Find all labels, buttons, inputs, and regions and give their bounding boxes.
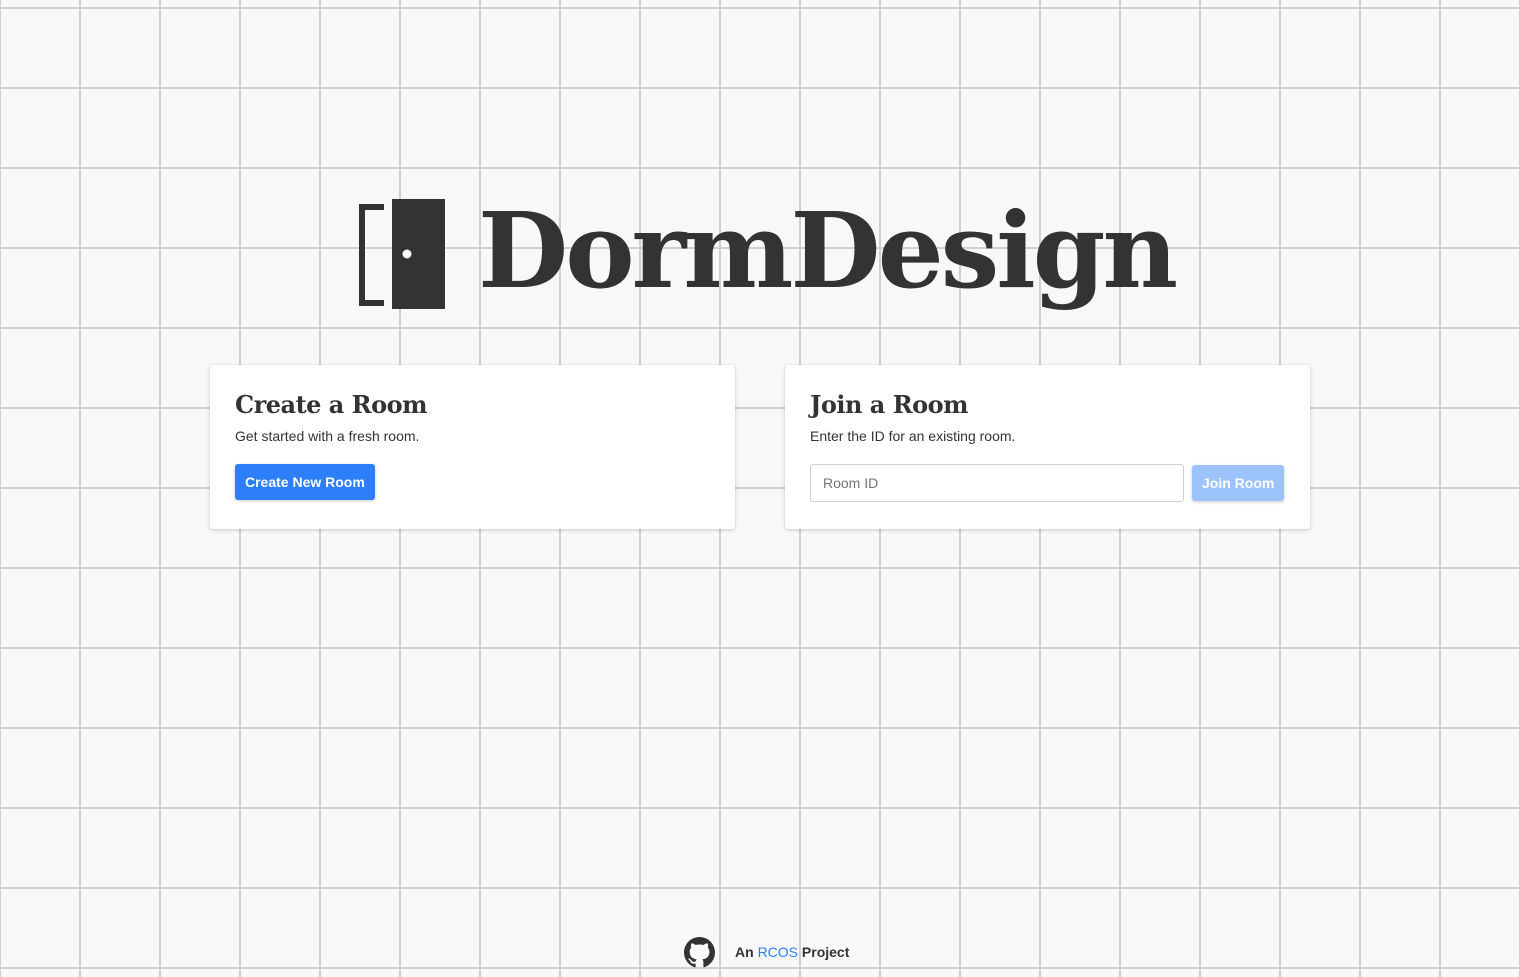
app-logo: DormDesign: [358, 189, 1178, 320]
footer-suffix: Project: [801, 944, 850, 960]
create-room-description: Get started with a fresh room.: [235, 428, 420, 444]
door-icon: [358, 199, 448, 311]
app-name: DormDesign: [478, 189, 1178, 312]
join-room-card: Join a Room Enter the ID for an existing…: [785, 365, 1310, 529]
create-room-actions: Create New Room: [235, 464, 710, 500]
join-room-actions: Join Room: [810, 464, 1285, 502]
footer: An RCOS Project: [684, 936, 849, 968]
create-room-card: Create a Room Get started with a fresh r…: [210, 365, 735, 529]
footer-prefix: An: [735, 944, 754, 960]
room-id-input[interactable]: [810, 464, 1184, 502]
join-room-button[interactable]: Join Room: [1192, 465, 1285, 501]
github-icon[interactable]: [684, 936, 715, 968]
create-room-title: Create a Room: [235, 390, 428, 419]
join-room-title: Join a Room: [810, 390, 969, 419]
rcos-link[interactable]: RCOS: [758, 944, 798, 960]
join-room-description: Enter the ID for an existing room.: [810, 428, 1016, 444]
footer-credit: An RCOS Project: [735, 944, 849, 960]
create-new-room-button[interactable]: Create New Room: [235, 464, 375, 500]
